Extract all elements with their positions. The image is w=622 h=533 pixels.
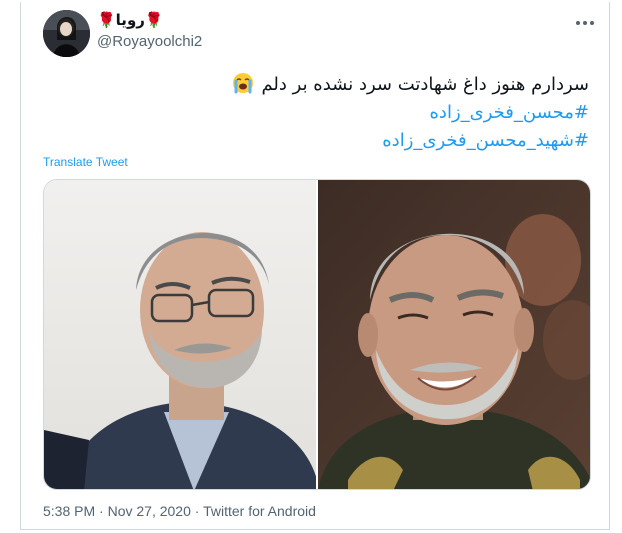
author-handle[interactable]: @Royayoolchi2 [97, 33, 202, 50]
hashtag-link-1[interactable]: #محسن_فخری_زاده [59, 99, 590, 127]
tweet-text-line-1: سردارم هنوز داغ شهادتت سرد نشده بر دلم [59, 71, 589, 99]
media-photo-left[interactable] [44, 180, 316, 489]
media-photo-right[interactable] [318, 180, 590, 489]
meta-separator: · [194, 503, 200, 519]
tweet-card: 🌹رویا🌹 @Royayoolchi2 سردارم هنوز داغ شها… [20, 2, 610, 530]
author-avatar[interactable] [43, 10, 90, 57]
loudly-crying-face-icon [232, 72, 254, 94]
author-display-name[interactable]: 🌹رویا🌹 [97, 11, 164, 29]
hashtag-link-2[interactable]: #شهید_محسن_فخری_زاده [59, 127, 589, 155]
tweet-media-grid [43, 179, 591, 490]
tweet-time[interactable]: 5:38 PM [43, 503, 95, 519]
tweet-meta: 5:38 PM · Nov 27, 2020 · Twitter for And… [43, 503, 316, 519]
tweet-source[interactable]: Twitter for Android [203, 503, 316, 519]
tweet-date[interactable]: Nov 27, 2020 [108, 503, 191, 519]
more-options-icon[interactable] [573, 16, 597, 30]
tweet-sentence: سردارم هنوز داغ شهادتت سرد نشده بر دلم [261, 74, 589, 95]
tweet-text: سردارم هنوز داغ شهادتت سرد نشده بر دلم #… [59, 71, 589, 155]
translate-tweet-link[interactable]: Translate Tweet [43, 155, 128, 169]
meta-separator: · [99, 503, 104, 519]
